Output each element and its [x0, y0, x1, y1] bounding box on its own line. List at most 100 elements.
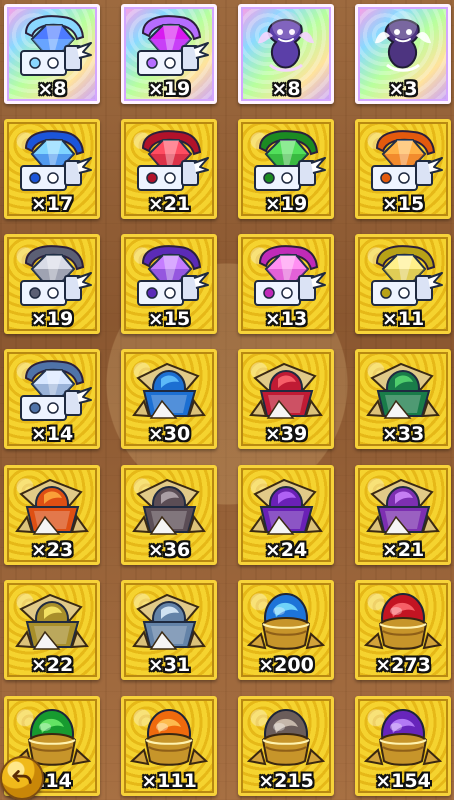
inventory-slot[interactable]: ×273 — [355, 580, 451, 680]
item-quantity-label: ×31 — [147, 654, 191, 676]
item-art-svg — [371, 245, 443, 306]
inventory-slot[interactable]: ×19 — [4, 234, 100, 334]
undo-arrow-icon — [12, 770, 32, 784]
item-quantity-label: ×8 — [271, 78, 301, 100]
chest-item-icon — [11, 126, 93, 194]
inventory-slot[interactable]: ×11 — [355, 234, 451, 334]
inventory-slot[interactable]: ×23 — [4, 465, 100, 565]
item-quantity-label: ×30 — [147, 423, 191, 445]
item-art-svg — [15, 478, 89, 535]
item-quantity-label: ×36 — [147, 539, 191, 561]
item-art-svg — [371, 130, 443, 191]
item-art-svg — [137, 245, 209, 306]
crystal-box-item-icon — [128, 472, 210, 540]
chest-item-icon — [11, 11, 93, 79]
item-quantity-label: ×273 — [375, 654, 431, 676]
inventory-slot[interactable]: ×15 — [121, 234, 217, 334]
item-quantity-label: ×3 — [388, 78, 418, 100]
inventory-slot[interactable]: ×22 — [4, 580, 100, 680]
item-quantity-label: ×215 — [258, 770, 314, 792]
inventory-slot[interactable]: ×19 — [121, 4, 217, 104]
chest-item-icon — [362, 241, 444, 309]
item-art-svg — [15, 593, 89, 650]
inventory-slot[interactable]: ×36 — [121, 465, 217, 565]
item-quantity-label: ×24 — [264, 539, 308, 561]
inventory-slot[interactable]: ×21 — [355, 465, 451, 565]
item-art-svg — [375, 11, 431, 72]
egg-item-icon — [245, 587, 327, 655]
crystal-box-item-icon — [245, 472, 327, 540]
inventory-slot[interactable]: ×200 — [238, 580, 334, 680]
item-art-svg — [254, 130, 326, 191]
item-quantity-label: ×19 — [30, 308, 74, 330]
egg-item-icon — [362, 587, 444, 655]
item-art-svg — [258, 11, 314, 72]
chest-item-icon — [362, 126, 444, 194]
item-art-svg — [249, 362, 323, 419]
egg-item-icon — [362, 703, 444, 771]
item-quantity-label: ×39 — [264, 423, 308, 445]
dragon-item-icon — [362, 11, 444, 79]
inventory-slot[interactable]: ×17 — [4, 119, 100, 219]
crystal-box-item-icon — [128, 356, 210, 424]
inventory-slot[interactable]: ×33 — [355, 349, 451, 449]
chest-item-icon — [245, 241, 327, 309]
item-art-svg — [20, 15, 92, 76]
crystal-box-item-icon — [362, 356, 444, 424]
inventory-slot[interactable]: ×3 — [355, 4, 451, 104]
inventory-slot[interactable]: ×154 — [355, 696, 451, 796]
item-quantity-label: ×14 — [30, 423, 74, 445]
item-quantity-label: ×23 — [30, 539, 74, 561]
egg-item-icon — [245, 703, 327, 771]
chest-item-icon — [245, 126, 327, 194]
item-art-svg — [20, 130, 92, 191]
item-quantity-label: ×19 — [147, 78, 191, 100]
inventory-slot[interactable]: ×39 — [238, 349, 334, 449]
item-art-svg — [366, 478, 440, 535]
item-quantity-label: ×8 — [37, 78, 67, 100]
chest-item-icon — [11, 356, 93, 424]
back-button[interactable] — [0, 756, 44, 800]
item-art-svg — [137, 15, 209, 76]
inventory-slot[interactable]: ×111 — [121, 696, 217, 796]
item-art-svg — [254, 245, 326, 306]
egg-item-icon — [128, 703, 210, 771]
inventory-slot[interactable]: ×19 — [238, 119, 334, 219]
chest-item-icon — [128, 241, 210, 309]
item-quantity-label: ×21 — [381, 539, 425, 561]
item-quantity-label: ×19 — [264, 193, 308, 215]
inventory-slot[interactable]: ×21 — [121, 119, 217, 219]
item-quantity-label: ×15 — [381, 193, 425, 215]
item-art-svg — [132, 478, 206, 535]
inventory-slot[interactable]: ×8 — [238, 4, 334, 104]
crystal-box-item-icon — [128, 587, 210, 655]
item-art-svg — [132, 362, 206, 419]
item-quantity-label: ×111 — [141, 770, 197, 792]
inventory-slot[interactable]: ×215 — [238, 696, 334, 796]
inventory-grid: ×8 ×19 ×8 ×3 ×17 ×21 ×19 ×15 ×19 ×15 ×13… — [4, 4, 451, 800]
item-art-svg — [363, 593, 443, 650]
item-quantity-label: ×15 — [147, 308, 191, 330]
crystal-box-item-icon — [245, 356, 327, 424]
item-art-svg — [246, 593, 326, 650]
inventory-slot[interactable]: ×24 — [238, 465, 334, 565]
item-art-svg — [20, 360, 92, 421]
inventory-slot[interactable]: ×30 — [121, 349, 217, 449]
inventory-slot[interactable]: ×15 — [355, 119, 451, 219]
chest-item-icon — [128, 126, 210, 194]
item-art-svg — [20, 245, 92, 306]
item-quantity-label: ×17 — [30, 193, 74, 215]
item-art-svg — [363, 709, 443, 766]
chest-item-icon — [128, 11, 210, 79]
item-quantity-label: ×33 — [381, 423, 425, 445]
item-quantity-label: ×200 — [258, 654, 314, 676]
item-art-svg — [246, 709, 326, 766]
inventory-slot[interactable]: ×31 — [121, 580, 217, 680]
item-quantity-label: ×21 — [147, 193, 191, 215]
inventory-slot[interactable]: ×8 — [4, 4, 100, 104]
crystal-box-item-icon — [11, 587, 93, 655]
dragon-item-icon — [245, 11, 327, 79]
inventory-slot[interactable]: ×14 — [4, 349, 100, 449]
inventory-slot[interactable]: ×13 — [238, 234, 334, 334]
crystal-box-item-icon — [11, 472, 93, 540]
